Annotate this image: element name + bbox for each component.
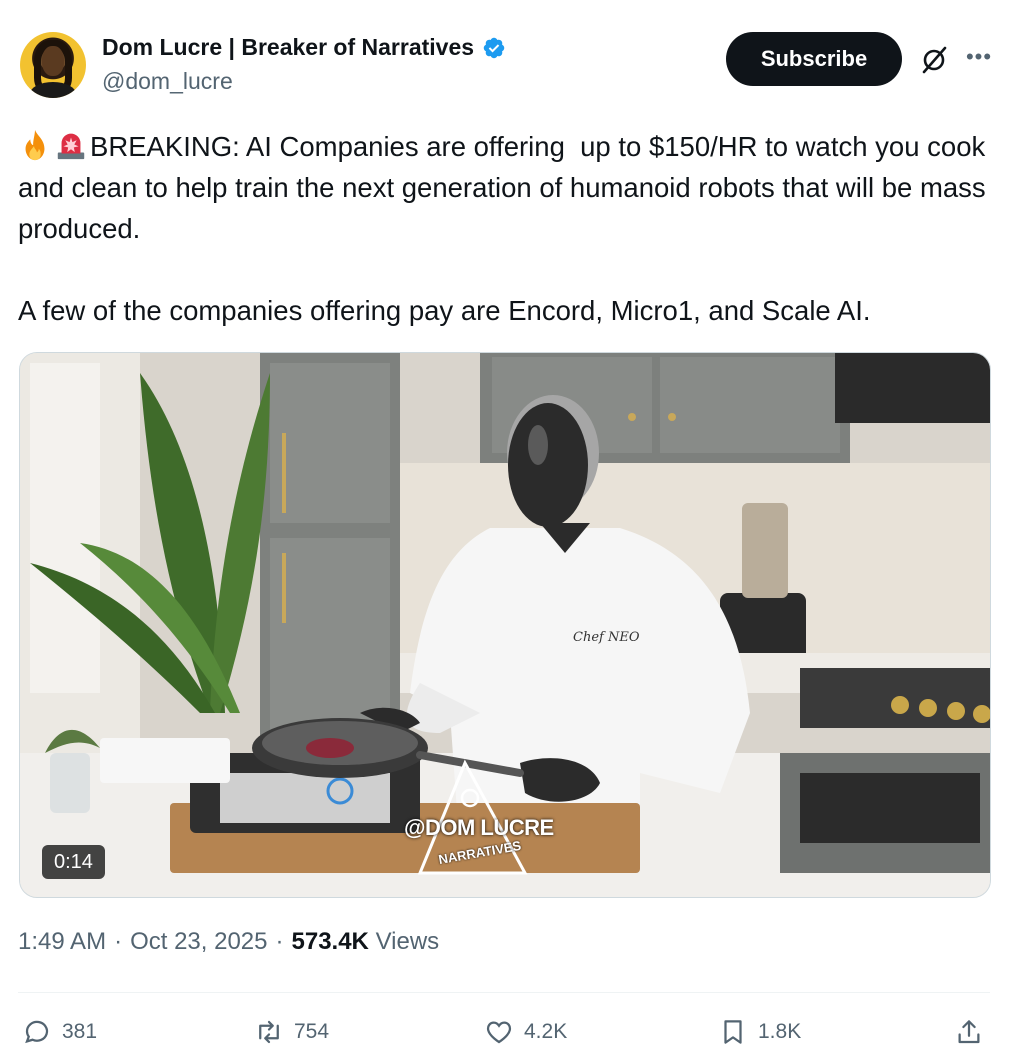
handle[interactable]: @dom_lucre (102, 68, 233, 95)
more-icon[interactable]: ••• (964, 42, 994, 72)
repost-button[interactable]: 754 (254, 1010, 329, 1054)
bookmark-icon (724, 1020, 742, 1044)
reply-count: 381 (62, 1020, 98, 1043)
name-row: Dom Lucre | Breaker of Narratives (102, 34, 506, 61)
video-player[interactable]: Chef NEO @DOM LUCRE NARRATIVES 0:14 (19, 352, 991, 898)
verified-badge-icon[interactable] (482, 36, 506, 60)
share-button[interactable] (954, 1010, 984, 1054)
like-button[interactable]: 4.2K (484, 1010, 567, 1054)
tweet-text: BREAKING: AI Companies are offering up t… (18, 126, 998, 331)
bookmark-count: 1.8K (758, 1020, 802, 1043)
views-label: Views (375, 928, 440, 955)
bookmark-button[interactable]: 1.8K (718, 1010, 801, 1054)
tweet-paragraph-2: A few of the companies offering pay are … (18, 295, 871, 326)
avatar-face (42, 46, 64, 76)
reply-icon (25, 1020, 49, 1044)
repost-icon (259, 1020, 279, 1044)
avatar[interactable] (20, 32, 86, 98)
meta-separator: · (114, 928, 123, 955)
tweet-time[interactable]: 1:49 AM (18, 928, 106, 956)
tweet-meta: 1:49 AM · Oct 23, 2025 · 573.4K Views (18, 928, 439, 956)
tweet-header: Dom Lucre | Breaker of Narratives @dom_l… (18, 28, 996, 108)
tweet-paragraph-1: BREAKING: AI Companies are offering up t… (18, 126, 998, 249)
video-duration-badge: 0:14 (42, 845, 105, 879)
tweet-spacer (18, 249, 998, 290)
views-count: 573.4K (291, 928, 369, 955)
views[interactable]: 573.4K Views (292, 928, 440, 956)
heart-icon (486, 1021, 512, 1044)
watermark-top-text: @DOM LUCRE (404, 815, 554, 840)
subscribe-button[interactable]: Subscribe (726, 32, 902, 86)
repost-count: 754 (294, 1020, 330, 1043)
share-icon (958, 1020, 980, 1044)
fire-emoji-icon (25, 129, 45, 161)
divider (18, 992, 990, 993)
siren-emoji-icon (57, 133, 85, 160)
like-count: 4.2K (524, 1020, 568, 1043)
display-name[interactable]: Dom Lucre | Breaker of Narratives (102, 34, 474, 61)
tweet-date[interactable]: Oct 23, 2025 (130, 928, 267, 956)
reply-button[interactable]: 381 (22, 1010, 97, 1054)
apron-text: Chef NEO (573, 630, 640, 645)
action-bar: 381 754 4.2K 1.8K (18, 1010, 984, 1054)
tweet-paragraph-1-text: BREAKING: AI Companies are offering up t… (18, 131, 994, 244)
grok-icon[interactable] (918, 44, 950, 76)
meta-separator: · (275, 928, 284, 955)
